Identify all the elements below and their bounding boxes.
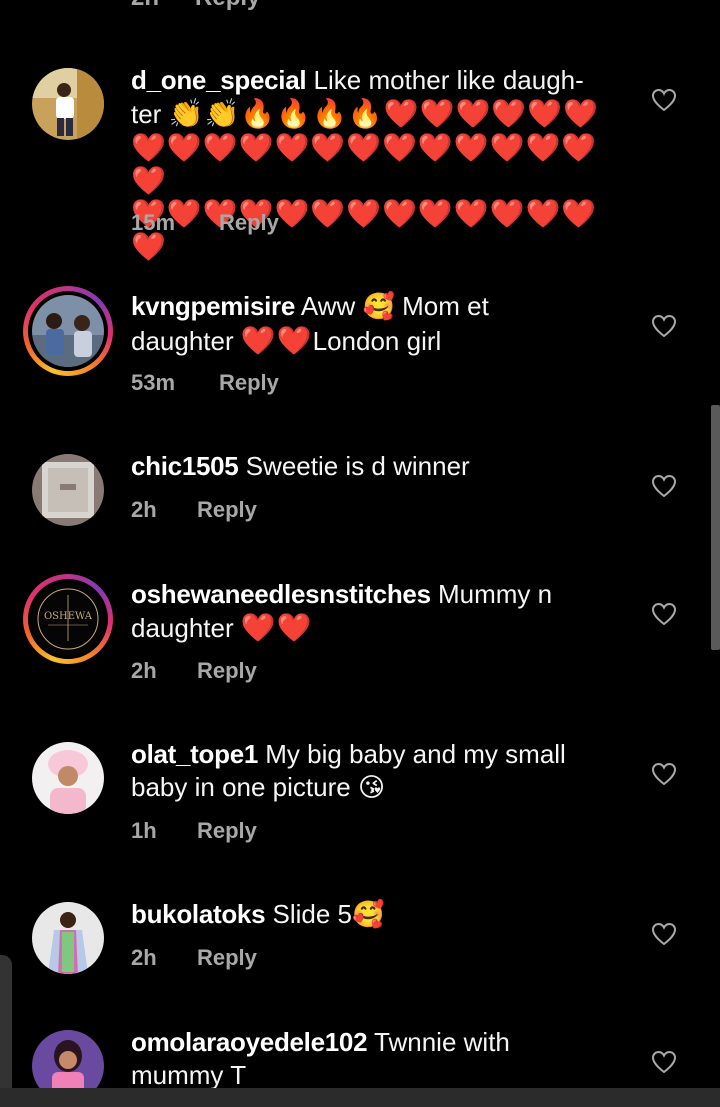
comment-text: Mom et [402, 291, 489, 321]
comment-text: Twnnie with [374, 1027, 510, 1057]
comment-time: 2h [131, 0, 159, 11]
heart-outline-icon[interactable] [651, 88, 677, 112]
comment-username[interactable]: kvngpemisire [131, 291, 295, 321]
comment-emoji: 🥰 [351, 900, 385, 930]
edge-panel-handle[interactable] [0, 955, 12, 1107]
comment-time: 53m [131, 370, 176, 395]
previous-comment-meta: 2h Reply [131, 0, 260, 11]
reply-button[interactable]: Reply [197, 818, 257, 844]
comment-body: chic1505 Sweetie is d winner [131, 450, 631, 483]
heart-outline-icon[interactable] [651, 762, 677, 786]
comment-body: omolaraoyedele102 Twnnie with mummy T [131, 1026, 631, 1092]
comment-text: Like mother like daugh- [313, 65, 584, 95]
comment-text: mummy T [131, 1060, 247, 1090]
heart-outline-icon[interactable] [651, 474, 677, 498]
comment-emoji: 👏👏🔥🔥🔥🔥❤️❤️❤️❤️❤️❤️ [168, 97, 599, 130]
reply-button[interactable]: Reply [197, 658, 257, 684]
comment-time: 15m [131, 210, 176, 235]
comment-meta: 2h Reply [131, 497, 257, 523]
heart-outline-icon[interactable] [651, 1050, 677, 1074]
comment-text: London girl [312, 326, 442, 356]
comment-emoji: 🥰 [362, 292, 395, 322]
comment-time: 2h [131, 497, 157, 522]
reply-button[interactable]: Reply [195, 0, 260, 11]
comment-emoji: 😘 [357, 773, 386, 803]
comment-time: 2h [131, 945, 157, 970]
heart-outline-icon[interactable] [651, 314, 677, 338]
comment-text: Slide 5 [272, 899, 352, 929]
comment-username[interactable]: bukolatoks [131, 899, 266, 929]
comment-time: 2h [131, 658, 157, 683]
comment-text: baby in one picture [131, 772, 351, 802]
avatar[interactable] [32, 454, 104, 526]
heart-outline-icon[interactable] [651, 602, 677, 626]
comment-body: oshewaneedlesnstitches Mummy n daughter … [131, 578, 631, 645]
comment-username[interactable]: d_one_special [131, 65, 307, 95]
comment-username[interactable]: olat_tope1 [131, 739, 258, 769]
comment-meta: 53m Reply [131, 370, 279, 396]
reply-button[interactable]: Reply [219, 370, 279, 396]
bottom-bar [0, 1088, 720, 1107]
comment-meta: 1h Reply [131, 818, 257, 844]
comment-username[interactable]: omolaraoyedele102 [131, 1027, 368, 1057]
scrollbar[interactable] [711, 405, 720, 650]
comment-emoji: ❤️❤️ [240, 611, 313, 644]
comment-emoji: ❤️❤️ [240, 324, 313, 357]
comment-meta: 2h Reply [131, 945, 257, 971]
avatar[interactable] [32, 68, 104, 140]
comment-emoji: ❤️❤️❤️❤️❤️❤️❤️❤️❤️❤️❤️❤️❤️❤️ [131, 131, 598, 197]
comment-text: daughter [131, 613, 234, 643]
comment-username[interactable]: oshewaneedlesnstitches [131, 579, 431, 609]
comment-body: bukolatoks Slide 5🥰 [131, 898, 631, 932]
comment-text: Sweetie is d winner [245, 451, 470, 481]
comment-meta: 15m Reply [131, 210, 279, 236]
comment-body: kvngpemisire Aww 🥰 Mom et daughter ❤️❤️L… [131, 290, 631, 358]
comment-time: 1h [131, 818, 157, 843]
avatar[interactable] [23, 286, 113, 376]
comment-username[interactable]: chic1505 [131, 451, 239, 481]
reply-button[interactable]: Reply [197, 497, 257, 523]
avatar[interactable] [32, 742, 104, 814]
comment-text: daughter [131, 326, 234, 356]
reply-button[interactable]: Reply [219, 210, 279, 236]
comment-text: Mummy n [437, 579, 553, 609]
comment-body: olat_tope1 My big baby and my small baby… [131, 738, 631, 805]
avatar[interactable]: OSHEWA [23, 574, 113, 664]
comment-text: ter [131, 99, 162, 129]
avatar[interactable] [32, 902, 104, 974]
comment-text: Aww [300, 291, 356, 321]
comment-text: My big baby and my small [265, 739, 566, 769]
heart-outline-icon[interactable] [651, 922, 677, 946]
comment-meta: 2h Reply [131, 658, 257, 684]
reply-button[interactable]: Reply [197, 945, 257, 971]
